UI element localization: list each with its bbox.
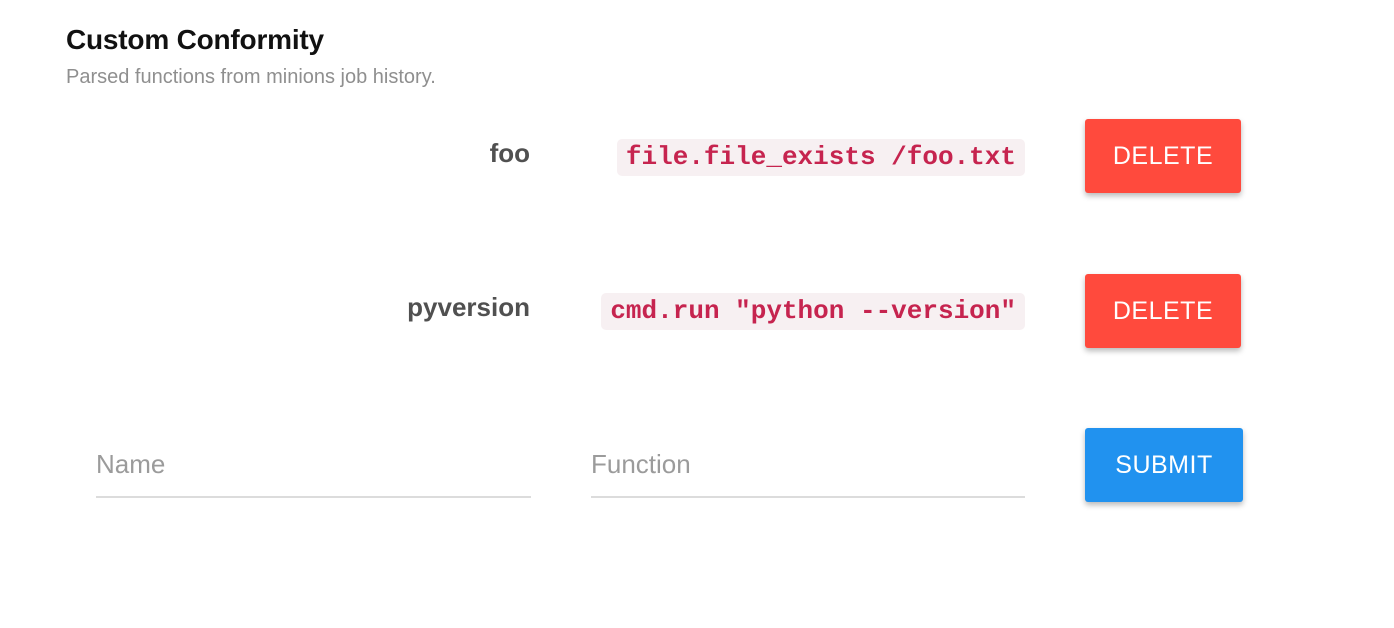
function-name: foo [489, 138, 530, 168]
name-field [96, 440, 531, 498]
delete-button[interactable]: DELETE [1085, 119, 1241, 193]
page-title: Custom Conformity [66, 24, 324, 55]
submit-button[interactable]: SUBMIT [1085, 428, 1243, 502]
function-code: cmd.run "python --version" [601, 293, 1025, 330]
function-input[interactable] [591, 442, 1025, 486]
function-code: file.file_exists /foo.txt [616, 139, 1025, 176]
page-subtitle: Parsed functions from minions job histor… [66, 66, 436, 88]
function-name: pyversion [407, 292, 530, 322]
name-input[interactable] [96, 442, 531, 486]
delete-button[interactable]: DELETE [1085, 274, 1241, 348]
function-field [591, 440, 1025, 498]
